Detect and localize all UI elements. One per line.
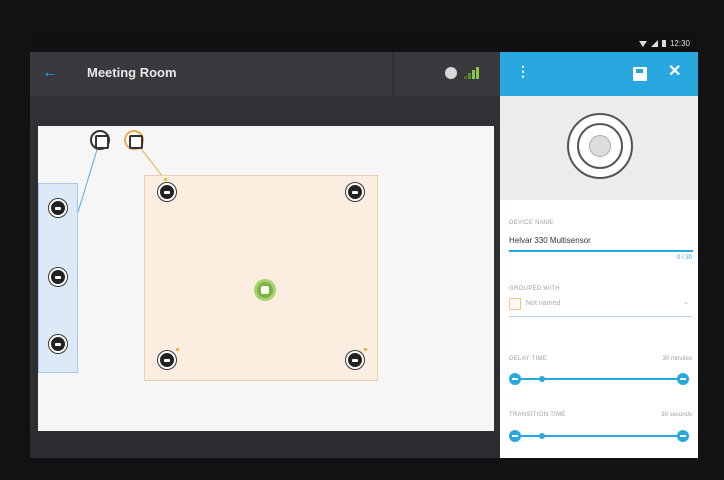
grouped-with-underline bbox=[509, 316, 693, 317]
canvas-subbar bbox=[30, 96, 500, 126]
signal-bars-icon[interactable] bbox=[464, 67, 479, 79]
tablet-frame: 12:30 ← Meeting Room ⋮ ✕ DEVICE NAME Hel… bbox=[0, 0, 724, 480]
input-device-2[interactable] bbox=[124, 130, 144, 150]
chevron-down-icon[interactable]: ⌄ bbox=[683, 298, 689, 306]
device-detail-panel: ⋮ ✕ DEVICE NAME Helvar 330 Multisensor 0… bbox=[500, 52, 698, 458]
multisensor-icon bbox=[567, 113, 633, 179]
grouped-with-label: GROUPED WITH bbox=[509, 286, 560, 292]
delay-time-value: 30 minutes bbox=[662, 356, 692, 362]
globe-icon[interactable] bbox=[445, 67, 457, 79]
transition-time-thumb[interactable] bbox=[539, 433, 545, 439]
luminaire-room-2[interactable] bbox=[346, 183, 364, 201]
status-bar: 12:30 bbox=[30, 36, 698, 52]
transition-time-label: TRANSITION TIME bbox=[509, 412, 566, 418]
transition-time-value: 30 seconds bbox=[661, 412, 692, 418]
toolbar-divider bbox=[393, 52, 394, 96]
input-device-1[interactable] bbox=[90, 130, 110, 150]
luminaire-left-3[interactable] bbox=[49, 335, 67, 353]
more-vert-icon[interactable]: ⋮ bbox=[516, 63, 530, 80]
luminaire-room-3[interactable] bbox=[158, 351, 176, 369]
minus-icon[interactable] bbox=[509, 373, 521, 385]
device-name-label: DEVICE NAME bbox=[509, 220, 554, 226]
screen: 12:30 ← Meeting Room ⋮ ✕ DEVICE NAME Hel… bbox=[30, 36, 698, 458]
transition-time-slider[interactable] bbox=[509, 430, 689, 442]
floor-plan-canvas[interactable] bbox=[38, 126, 494, 431]
bottom-strip bbox=[30, 431, 500, 458]
app-toolbar: ← Meeting Room bbox=[30, 52, 500, 96]
luminaire-room-1[interactable] bbox=[158, 183, 176, 201]
room-zone[interactable] bbox=[144, 175, 378, 381]
close-icon[interactable]: ✕ bbox=[668, 61, 681, 81]
page-title: Meeting Room bbox=[87, 65, 177, 80]
minus-icon[interactable] bbox=[509, 430, 521, 442]
device-preview bbox=[500, 96, 698, 200]
plus-icon[interactable] bbox=[677, 430, 689, 442]
wifi-icon bbox=[638, 40, 647, 47]
multisensor-device[interactable] bbox=[254, 279, 276, 301]
device-name-underline bbox=[509, 250, 693, 252]
delay-time-slider[interactable] bbox=[509, 373, 689, 385]
delay-time-thumb[interactable] bbox=[539, 376, 545, 382]
grouped-with-select[interactable]: Not named bbox=[526, 300, 560, 307]
back-arrow-icon[interactable]: ← bbox=[42, 64, 58, 82]
luminaire-room-4[interactable] bbox=[346, 351, 364, 369]
signal-icon bbox=[650, 40, 658, 47]
device-name-counter: 0 / 30 bbox=[676, 255, 692, 261]
battery-icon bbox=[661, 40, 666, 47]
panel-toolbar: ⋮ ✕ bbox=[500, 52, 698, 96]
status-time: 12:30 bbox=[669, 39, 690, 48]
device-name-field[interactable]: Helvar 330 Multisensor bbox=[509, 236, 591, 245]
luminaire-left-2[interactable] bbox=[49, 268, 67, 286]
delay-time-label: DELAY TIME bbox=[509, 356, 548, 362]
luminaire-left-1[interactable] bbox=[49, 199, 67, 217]
plus-icon[interactable] bbox=[677, 373, 689, 385]
save-icon[interactable] bbox=[633, 67, 647, 81]
grouped-with-checkbox[interactable] bbox=[509, 298, 521, 310]
